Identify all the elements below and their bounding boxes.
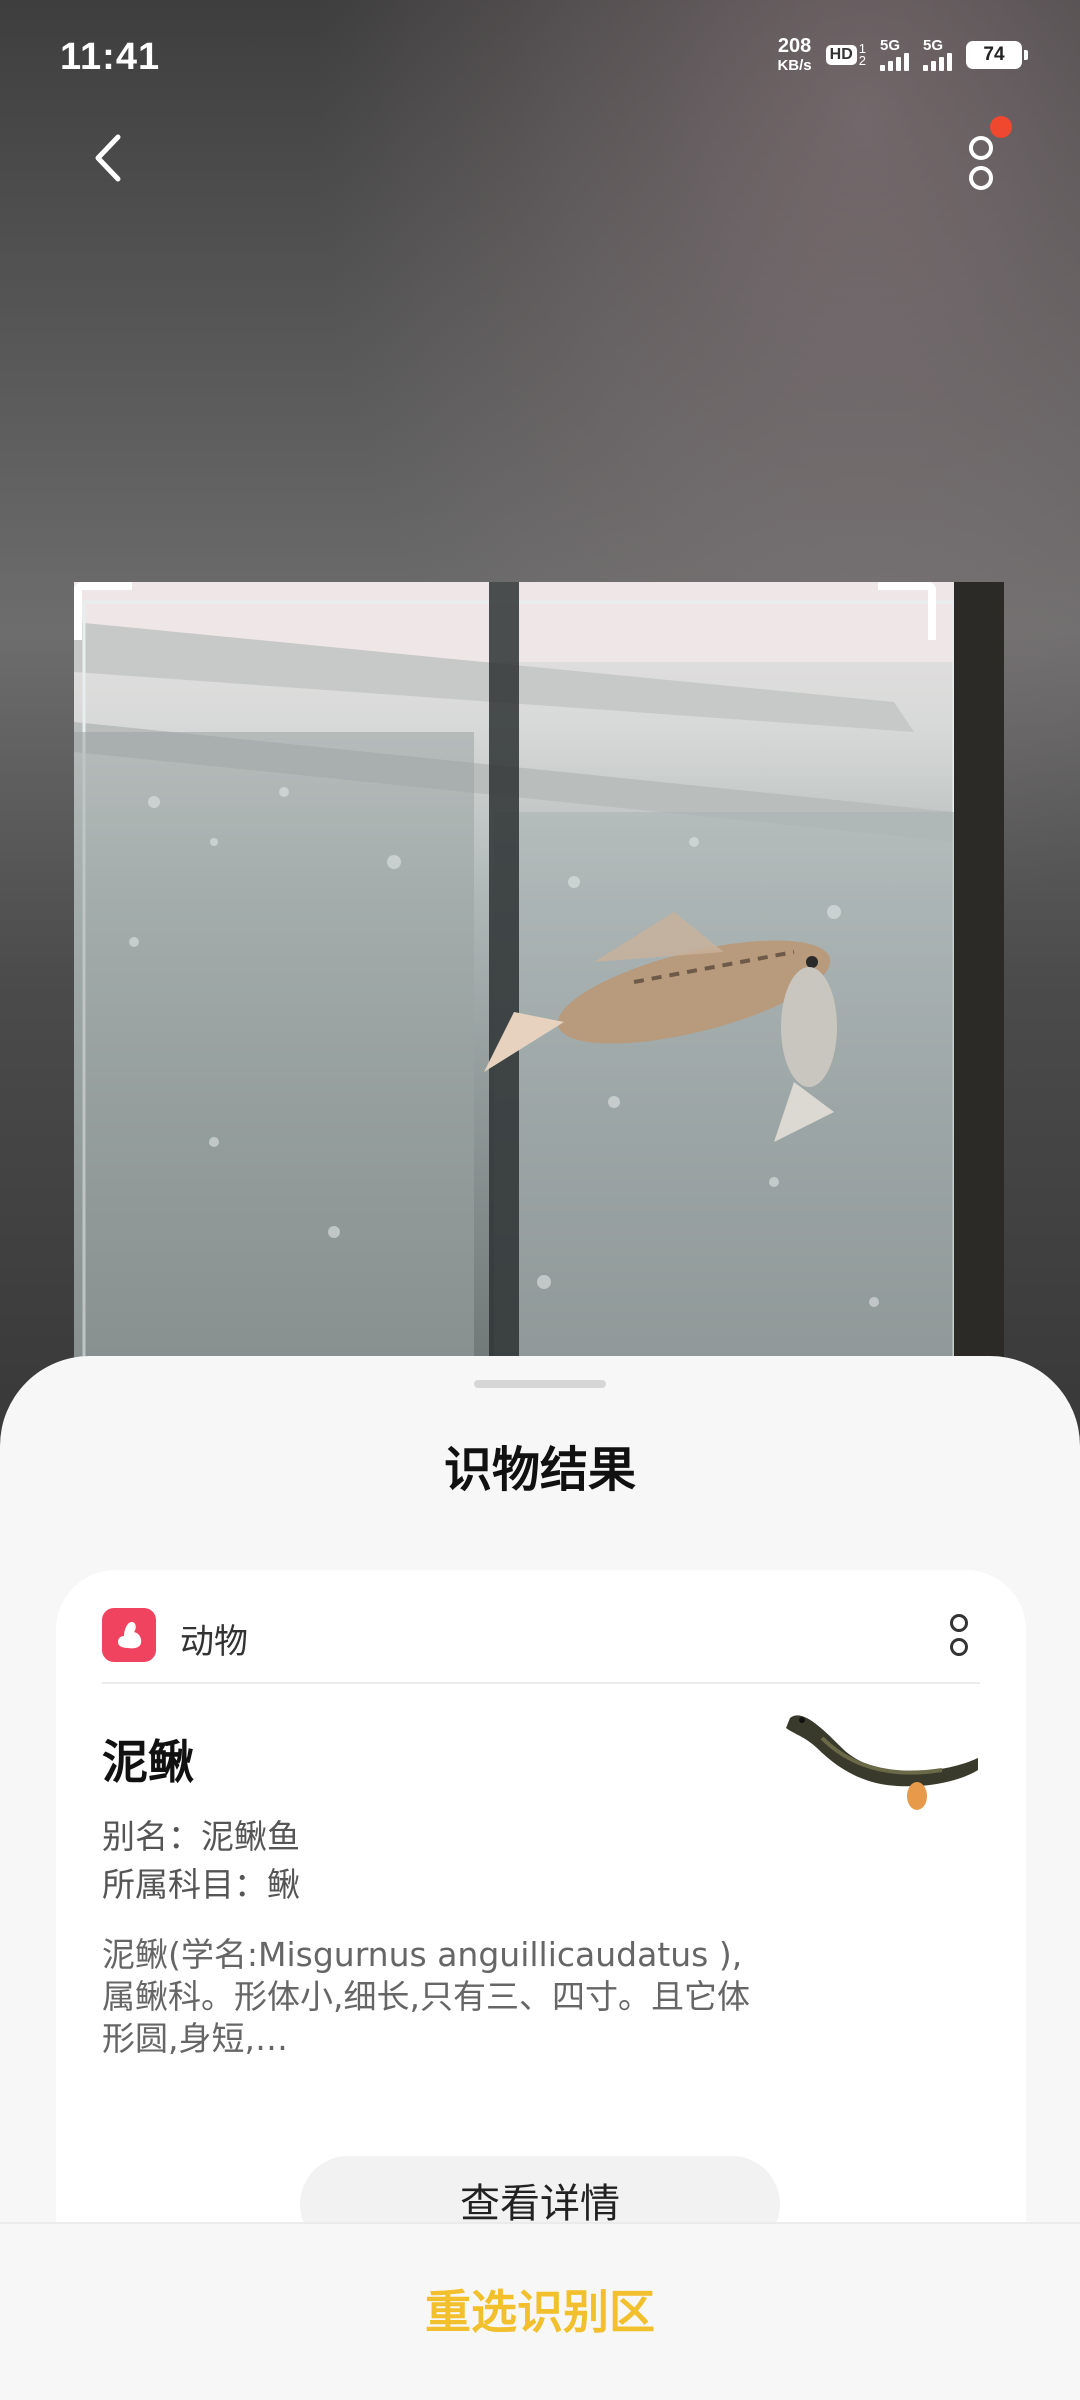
crop-handle-top-left[interactable] xyxy=(74,582,132,640)
card-header: 动物 xyxy=(102,1608,980,1684)
bottom-action-bar: 重选识别区 xyxy=(0,2222,1080,2400)
captured-photo xyxy=(74,582,1004,1382)
network-speed-unit: KB/s xyxy=(777,57,812,74)
more-options-button[interactable] xyxy=(952,116,1012,196)
network-speed-value: 208 xyxy=(777,35,812,57)
status-time: 11:41 xyxy=(60,36,161,78)
sim1-network-label: 5G xyxy=(880,37,901,54)
sim2-network-label: 5G xyxy=(923,37,944,54)
result-name: 泥鳅 xyxy=(102,1735,194,1789)
result-alias: 别名：泥鳅鱼 xyxy=(102,1817,300,1856)
notification-dot xyxy=(990,116,1012,138)
hd-label: HD xyxy=(825,44,857,65)
back-button[interactable] xyxy=(78,128,138,188)
result-description: 泥鳅(学名:Misgurnus anguillicaudatus ),属鳅科。形… xyxy=(102,1935,750,2058)
category-label: 动物 xyxy=(180,1622,248,1662)
rabbit-icon xyxy=(118,1622,142,1649)
sheet-drag-handle[interactable] xyxy=(474,1380,606,1388)
reselect-area-button[interactable]: 重选识别区 xyxy=(0,2224,1080,2400)
more-vertical-icon xyxy=(950,1614,968,1632)
signal-sim2-icon: 5G xyxy=(923,38,952,71)
result-card: 动物 泥鳅 别名：泥鳅鱼 所属科目：鳅 泥鳅(学名:Misgurnus angu… xyxy=(56,1570,1026,2310)
status-indicators: 208 KB/s HD 1 2 5G 5G 74 xyxy=(777,36,1028,73)
sheet-title: 识物结果 xyxy=(443,1442,636,1498)
chevron-left-icon xyxy=(95,134,121,182)
signal-sim1-icon: 5G xyxy=(880,38,909,71)
result-family: 所属科目：鳅 xyxy=(102,1865,300,1904)
crop-handle-top-right[interactable] xyxy=(878,582,936,640)
category-badge xyxy=(102,1608,156,1662)
card-more-button[interactable] xyxy=(940,1608,980,1662)
hd-sub2: 2 xyxy=(858,52,866,68)
battery-icon: 74 xyxy=(966,40,1028,69)
network-speed: 208 KB/s xyxy=(777,36,811,73)
result-thumbnail xyxy=(786,1715,978,1810)
more-vertical-icon xyxy=(969,136,993,160)
hd-voice-icon: HD 1 2 xyxy=(825,42,866,68)
status-bar: 11:41 208 KB/s HD 1 2 5G 5G 74 xyxy=(0,0,1080,120)
